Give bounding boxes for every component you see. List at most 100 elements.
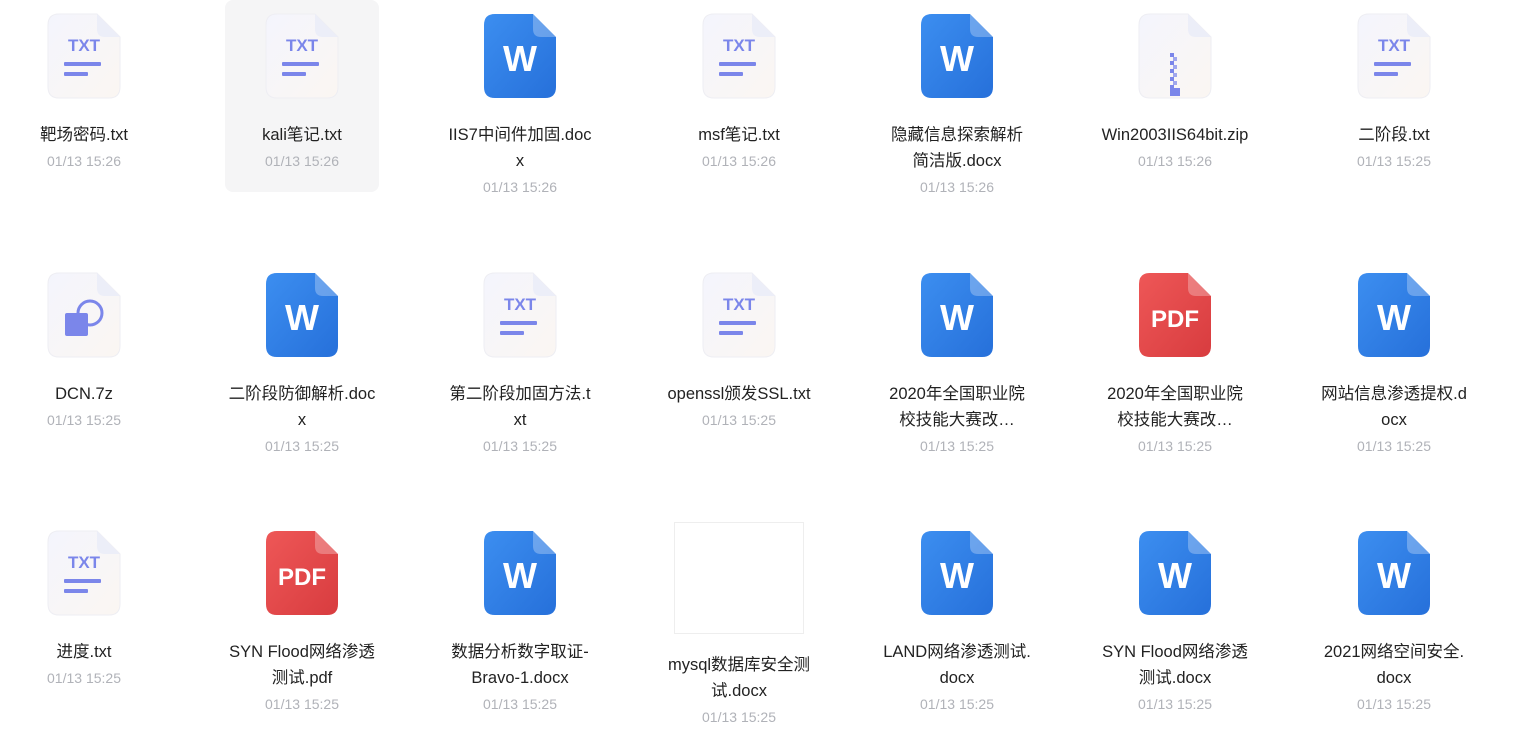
pdf-file-icon: PDF: [1138, 272, 1212, 358]
file-modified-time: 01/13 15:25: [1357, 438, 1431, 454]
file-modified-time: 01/13 15:25: [47, 670, 121, 686]
word-file-icon: W: [1138, 530, 1212, 616]
zip-file-icon: [1138, 13, 1212, 99]
txt-icon-label: TXT: [723, 36, 756, 55]
word-icon-letter: W: [1377, 555, 1411, 596]
file-name: kali笔记.txt: [262, 126, 342, 144]
file-item[interactable]: W IIS7中间件加固.docx 01/13 15:26: [443, 0, 597, 195]
txt-file-icon: TXT: [47, 13, 121, 99]
file-modified-time: 01/13 15:26: [47, 153, 121, 169]
word-file-icon: W: [1357, 272, 1431, 358]
file-item[interactable]: DCN.7z 01/13 15:25: [7, 259, 161, 451]
file-item[interactable]: PDF 2020年全国职业院校技能大赛改… 01/13 15:25: [1098, 259, 1252, 454]
word-file-icon: W: [920, 13, 994, 99]
word-icon-letter: W: [285, 297, 319, 338]
file-name: IIS7中间件加固.docx: [448, 126, 592, 170]
file-item[interactable]: W LAND网络渗透测试.docx 01/13 15:25: [880, 517, 1034, 712]
word-file-icon: W: [1357, 530, 1431, 616]
file-modified-time: 01/13 15:25: [702, 412, 776, 428]
file-name: 隐藏信息探索解析简洁版.docx: [891, 126, 1023, 170]
file-modified-time: 01/13 15:25: [702, 709, 776, 725]
file-modified-time: 01/13 15:26: [920, 179, 994, 195]
file-item[interactable]: TXT 第二阶段加固方法.txt 01/13 15:25: [443, 259, 597, 454]
word-file-icon: W: [920, 530, 994, 616]
file-name: mysql数据库安全测试.docx: [667, 656, 811, 700]
txt-icon-label: TXT: [723, 295, 756, 314]
file-name: 网站信息渗透提权.docx: [1321, 385, 1467, 429]
file-name: SYN Flood网络渗透测试.pdf: [229, 643, 375, 687]
file-item[interactable]: PDF SYN Flood网络渗透测试.pdf 01/13 15:25: [225, 517, 379, 712]
file-item[interactable]: TXT 二阶段.txt 01/13 15:25: [1317, 0, 1471, 192]
txt-file-icon: TXT: [1357, 13, 1431, 99]
txt-file-icon: TXT: [702, 13, 776, 99]
file-name: 二阶段.txt: [1358, 126, 1430, 144]
file-modified-time: 01/13 15:25: [265, 696, 339, 712]
file-item[interactable]: W 网站信息渗透提权.docx 01/13 15:25: [1317, 259, 1471, 454]
file-modified-time: 01/13 15:25: [265, 438, 339, 454]
file-name: DCN.7z: [55, 385, 113, 403]
file-item[interactable]: W 隐藏信息探索解析简洁版.docx 01/13 15:26: [880, 0, 1034, 195]
word-file-icon: W: [483, 13, 557, 99]
txt-icon-label: TXT: [504, 295, 537, 314]
file-modified-time: 01/13 15:25: [1138, 438, 1212, 454]
pdf-icon-label: PDF: [1151, 306, 1199, 333]
txt-icon-label: TXT: [68, 553, 101, 572]
file-modified-time: 01/13 15:25: [1357, 153, 1431, 169]
file-name: 2020年全国职业院校技能大赛改…: [889, 385, 1025, 429]
word-icon-letter: W: [1377, 297, 1411, 338]
file-name: SYN Flood网络渗透测试.docx: [1102, 643, 1248, 687]
file-modified-time: 01/13 15:25: [920, 696, 994, 712]
file-item[interactable]: W 数据分析数字取证-Bravo-1.docx 01/13 15:25: [443, 517, 597, 712]
file-name: 数据分析数字取证-Bravo-1.docx: [451, 643, 589, 687]
file-modified-time: 01/13 15:26: [483, 179, 557, 195]
txt-icon-label: TXT: [1378, 36, 1411, 55]
file-name: msf笔记.txt: [698, 126, 780, 144]
file-item[interactable]: TXT openssl颁发SSL.txt 01/13 15:25: [662, 259, 816, 451]
word-icon-letter: W: [940, 555, 974, 596]
word-icon-letter: W: [1158, 555, 1192, 596]
file-item[interactable]: TXT 靶场密码.txt 01/13 15:26: [7, 0, 161, 192]
file-item[interactable]: mysql数据库安全测试.docx 01/13 15:25: [662, 522, 816, 725]
file-name: 二阶段防御解析.docx: [228, 385, 376, 429]
file-modified-time: 01/13 15:26: [265, 153, 339, 169]
pdf-file-icon: PDF: [265, 530, 339, 616]
file-item[interactable]: W 二阶段防御解析.docx 01/13 15:25: [225, 259, 379, 454]
file-item[interactable]: TXT 进度.txt 01/13 15:25: [7, 517, 161, 709]
file-grid: TXT 靶场密码.txt 01/13 15:26 TXT kali笔记.txt 01/13…: [0, 0, 1521, 738]
file-item[interactable]: W 2020年全国职业院校技能大赛改… 01/13 15:25: [880, 259, 1034, 454]
word-icon-letter: W: [940, 38, 974, 79]
word-file-icon: W: [920, 272, 994, 358]
file-name: LAND网络渗透测试.docx: [883, 643, 1031, 687]
txt-file-icon: TXT: [265, 13, 339, 99]
file-item[interactable]: W 2021网络空间安全.docx 01/13 15:25: [1317, 517, 1471, 712]
file-item[interactable]: Win2003IIS64bit.zip 01/13 15:26: [1098, 0, 1252, 192]
file-item[interactable]: TXT kali笔记.txt 01/13 15:26: [225, 0, 379, 192]
file-modified-time: 01/13 15:25: [483, 696, 557, 712]
file-modified-time: 01/13 15:25: [1138, 696, 1212, 712]
file-modified-time: 01/13 15:26: [1138, 153, 1212, 169]
file-name: 进度.txt: [56, 643, 112, 661]
file-name: 第二阶段加固方法.txt: [449, 385, 591, 429]
word-icon-letter: W: [503, 555, 537, 596]
word-file-icon: W: [265, 272, 339, 358]
file-name: 靶场密码.txt: [39, 126, 128, 144]
word-icon-letter: W: [503, 38, 537, 79]
file-name: Win2003IIS64bit.zip: [1101, 126, 1249, 144]
file-item[interactable]: W SYN Flood网络渗透测试.docx 01/13 15:25: [1098, 517, 1252, 712]
txt-file-icon: TXT: [702, 272, 776, 358]
txt-file-icon: TXT: [483, 272, 557, 358]
file-name: 2021网络空间安全.docx: [1323, 643, 1465, 687]
word-icon-letter: W: [940, 297, 974, 338]
file-name: openssl颁发SSL.txt: [667, 385, 811, 403]
file-modified-time: 01/13 15:25: [47, 412, 121, 428]
document-thumbnail: [674, 522, 804, 634]
file-modified-time: 01/13 15:25: [920, 438, 994, 454]
file-name: 2020年全国职业院校技能大赛改…: [1107, 385, 1243, 429]
file-modified-time: 01/13 15:25: [1357, 696, 1431, 712]
txt-icon-label: TXT: [68, 36, 101, 55]
file-modified-time: 01/13 15:25: [483, 438, 557, 454]
file-item[interactable]: TXT msf笔记.txt 01/13 15:26: [662, 0, 816, 192]
file-modified-time: 01/13 15:26: [702, 153, 776, 169]
archive-7z-file-icon: [47, 272, 121, 358]
txt-file-icon: TXT: [47, 530, 121, 616]
